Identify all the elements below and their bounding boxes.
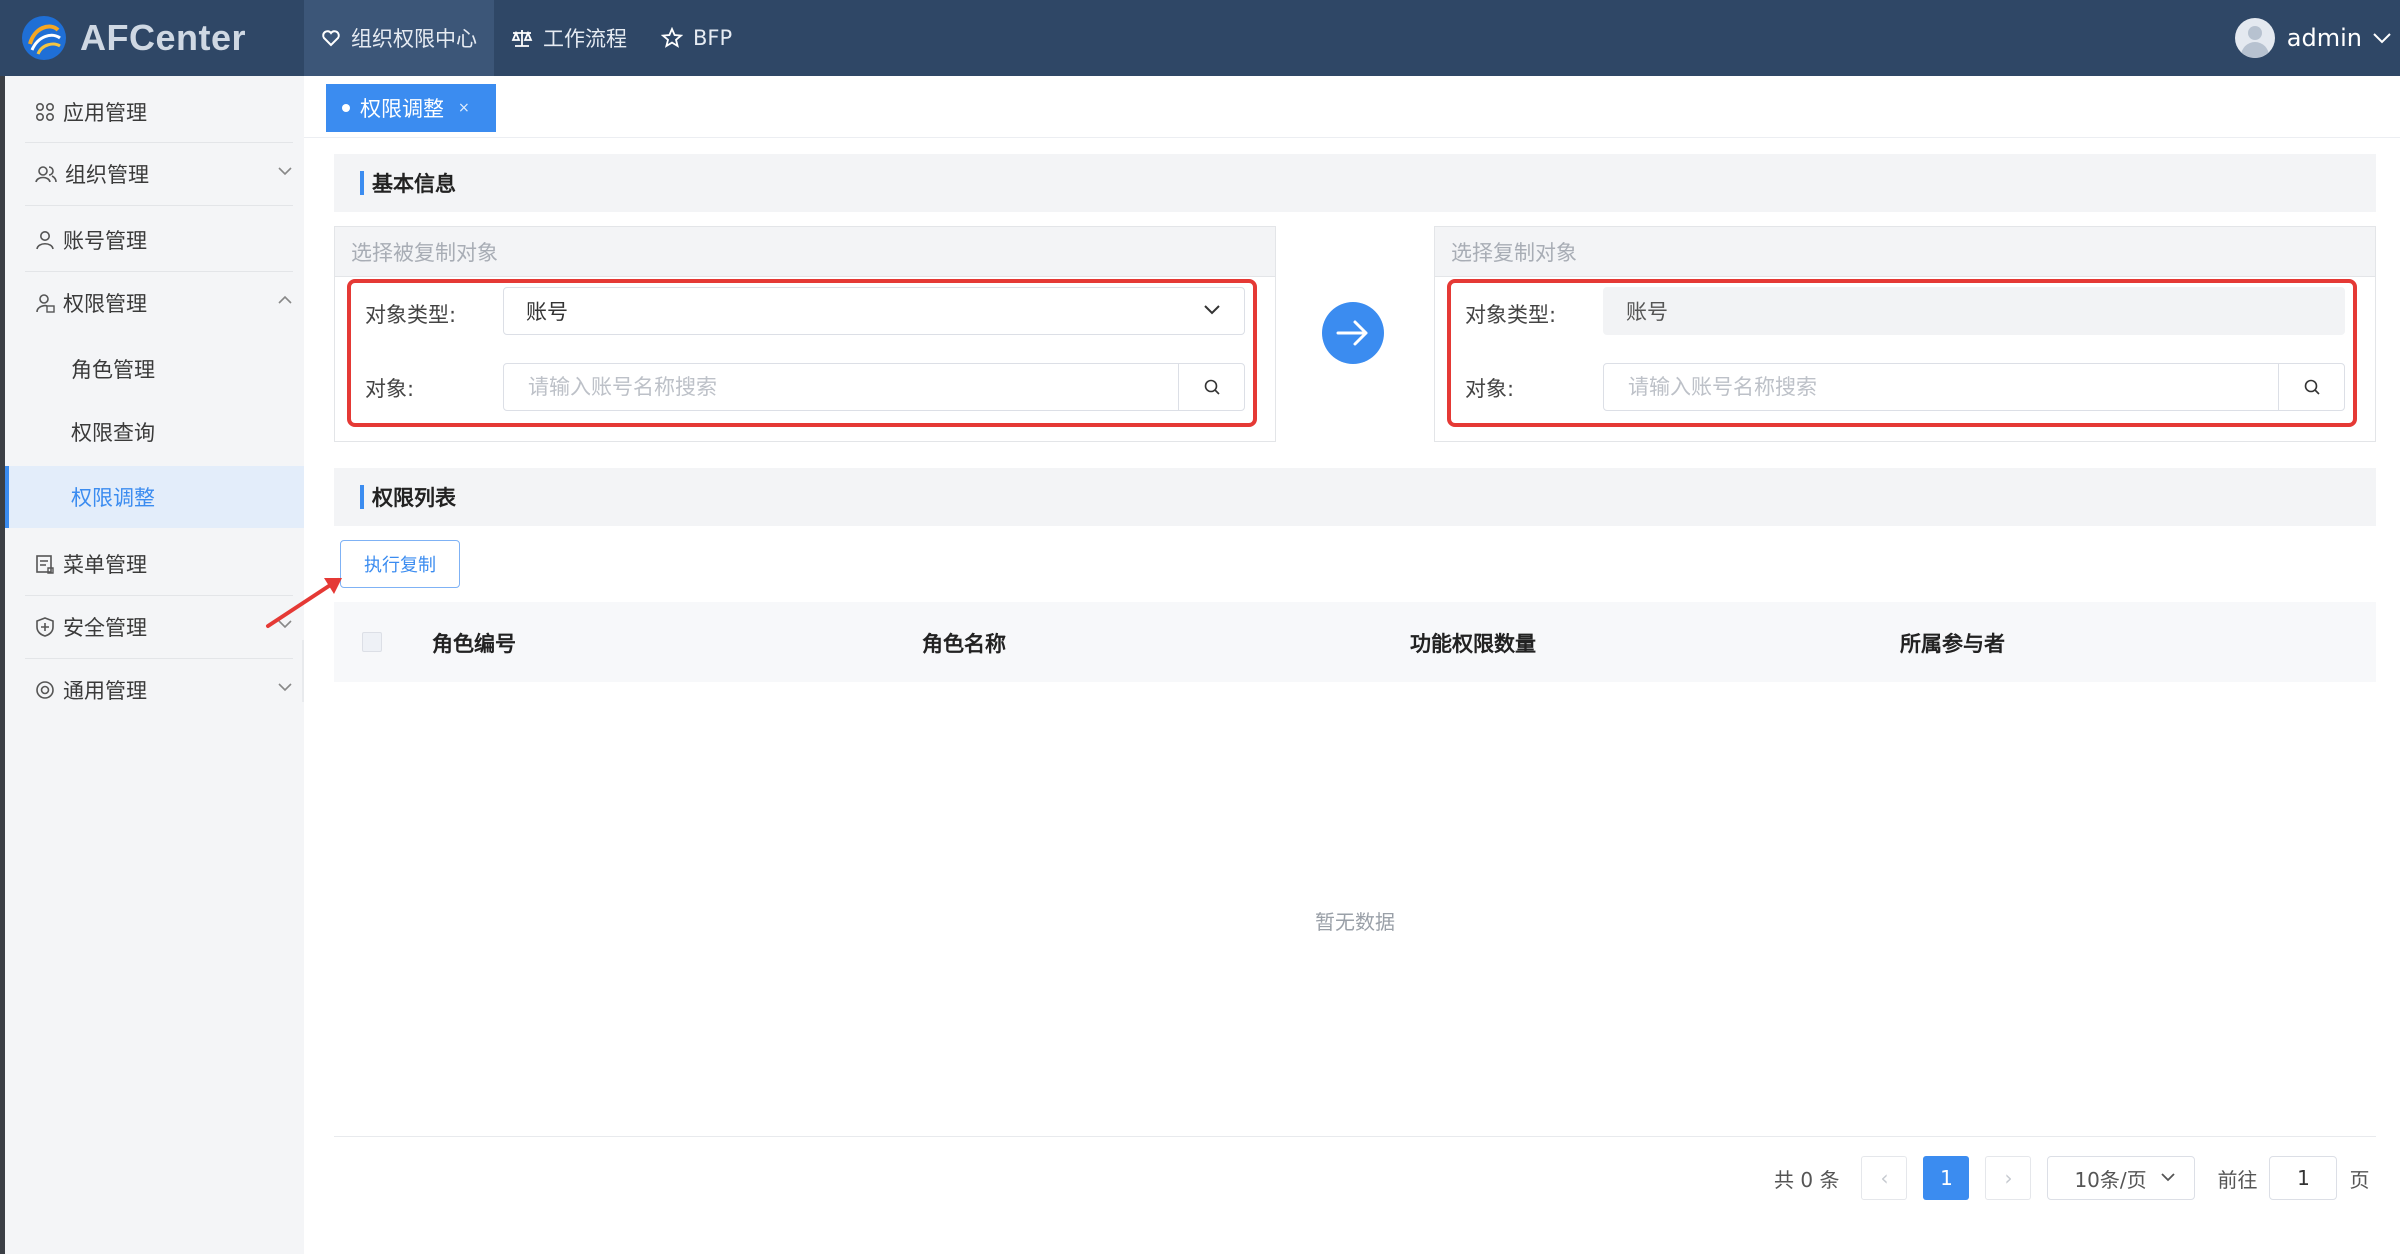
panel-title: 选择被复制对象 (335, 227, 1275, 277)
arrow-right-icon (1336, 320, 1368, 346)
divider (334, 1136, 2376, 1137)
main-content: 权限调整 × 基本信息 选择被复制对象 对象类型: 账号 对象: 选择复制对象 … (304, 76, 2400, 1254)
panel-title: 选择复制对象 (1435, 227, 2375, 277)
active-dot (342, 104, 350, 112)
next-page-button[interactable]: › (1985, 1156, 2032, 1200)
section-title: 基本信息 (372, 172, 456, 196)
username: admin (2286, 24, 2362, 52)
page-size-value: 10条/页 (2074, 1167, 2147, 1192)
app-logo[interactable]: AFCenter (20, 12, 246, 64)
sidebar-item-label: 权限查询 (71, 421, 155, 445)
top-nav: 组织权限中心 工作流程 BFP (304, 0, 749, 76)
topnav-label: BFP (693, 26, 733, 50)
user-lock-icon (36, 294, 55, 313)
column-header[interactable]: 功能权限数量 (1410, 628, 1536, 658)
divider (25, 595, 293, 596)
topnav-workflow[interactable]: 工作流程 (494, 0, 644, 76)
sidebar-item-org[interactable]: 组织管理 (35, 144, 293, 204)
copy-direction-button[interactable] (1322, 302, 1384, 364)
topnav-label: 组织权限中心 (351, 27, 477, 51)
goto-page-input[interactable]: 1 (2269, 1156, 2338, 1200)
column-header[interactable]: 所属参与者 (1900, 628, 2005, 658)
goto-label: 前往 (2217, 1167, 2258, 1192)
grid-icon (35, 102, 55, 122)
total-count: 共 0 条 (1774, 1167, 1840, 1192)
sidebar-item-label: 菜单管理 (63, 553, 147, 577)
sidebar-item-label: 账号管理 (63, 229, 147, 253)
execute-copy-button[interactable]: 执行复制 (340, 540, 460, 588)
sidebar-item-label: 安全管理 (63, 616, 147, 640)
prev-page-button[interactable]: ‹ (1861, 1156, 1908, 1200)
sidebar-item-role[interactable]: 角色管理 (5, 338, 304, 400)
topnav-org-permission[interactable]: 组织权限中心 (304, 0, 494, 76)
column-header[interactable]: 角色名称 (922, 628, 1006, 658)
chevron-down-icon (2373, 33, 2391, 44)
app-name: AFCenter (80, 17, 247, 58)
sidebar-item-label: 通用管理 (63, 679, 147, 703)
close-icon[interactable]: × (458, 100, 470, 116)
page-1-button[interactable]: 1 (1923, 1156, 1970, 1200)
tab-label: 权限调整 (360, 97, 444, 121)
page-size-select[interactable]: 10条/页 (2047, 1156, 2196, 1200)
highlight-box (347, 279, 1257, 427)
divider (25, 142, 293, 143)
sidebar-item-permission-query[interactable]: 权限查询 (5, 401, 304, 463)
target-panel: 选择复制对象 对象类型: 账号 对象: (1434, 226, 2376, 442)
divider (25, 271, 293, 272)
tab-bar: 权限调整 × (304, 76, 2400, 138)
users-icon (35, 166, 57, 183)
heart-icon (322, 30, 340, 47)
section-title: 权限列表 (372, 486, 456, 510)
sidebar-item-menu[interactable]: 菜单管理 (35, 534, 293, 594)
column-header[interactable]: 角色编号 (432, 628, 516, 658)
sidebar-item-permission[interactable]: 权限管理 (35, 273, 293, 333)
sidebar-item-label: 角色管理 (71, 358, 155, 382)
logo-mark-icon (22, 16, 66, 60)
table-header: 角色编号 角色名称 功能权限数量 所属参与者 (334, 602, 2376, 682)
chevron-down-icon (278, 167, 292, 176)
highlight-box (1447, 279, 2357, 427)
sidebar: 应用管理 组织管理 账号管理 权限管理 角色管理 权限查询 权限调整 菜单管理 … (0, 76, 304, 1254)
divider (25, 205, 293, 206)
menu-doc-icon (36, 555, 54, 574)
sidebar-item-label: 应用管理 (63, 101, 147, 125)
avatar (2234, 18, 2275, 58)
annotation-arrow-icon (266, 578, 342, 628)
tab-permission-adjust[interactable]: 权限调整 × (326, 84, 496, 132)
scale-icon (511, 30, 533, 47)
sidebar-item-security[interactable]: 安全管理 (35, 597, 293, 657)
shield-icon (36, 617, 54, 637)
source-panel: 选择被复制对象 对象类型: 账号 对象: (334, 226, 1276, 442)
topnav-bfp[interactable]: BFP (644, 0, 749, 76)
sidebar-item-app[interactable]: 应用管理 (35, 82, 293, 142)
sidebar-item-general[interactable]: 通用管理 (35, 660, 293, 720)
sidebar-item-account[interactable]: 账号管理 (35, 210, 293, 270)
section-basic-info: 基本信息 (334, 154, 2376, 212)
chevron-up-icon (278, 295, 292, 304)
section-permission-list: 权限列表 (334, 468, 2376, 526)
user-icon (36, 231, 54, 250)
chevron-down-icon (278, 683, 292, 692)
pagination: 共 0 条 ‹ 1 › 10条/页 前往 1 页 (1774, 1156, 2369, 1200)
sidebar-item-label: 权限管理 (63, 292, 147, 316)
page-suffix: 页 (2349, 1167, 2370, 1192)
settings-icon (36, 681, 54, 699)
sidebar-item-label: 组织管理 (65, 163, 149, 187)
empty-state-text: 暂无数据 (1315, 910, 1395, 934)
user-menu[interactable]: admin (2234, 0, 2392, 76)
top-header: AFCenter 组织权限中心 工作流程 BFP admin (0, 0, 2400, 76)
sidebar-item-label: 权限调整 (71, 486, 155, 510)
chevron-down-icon (2161, 1173, 2176, 1182)
star-icon (661, 27, 683, 48)
select-all-checkbox[interactable] (362, 632, 382, 652)
divider (25, 658, 293, 659)
topnav-label: 工作流程 (543, 27, 627, 51)
sidebar-item-permission-adjust[interactable]: 权限调整 (5, 466, 304, 528)
